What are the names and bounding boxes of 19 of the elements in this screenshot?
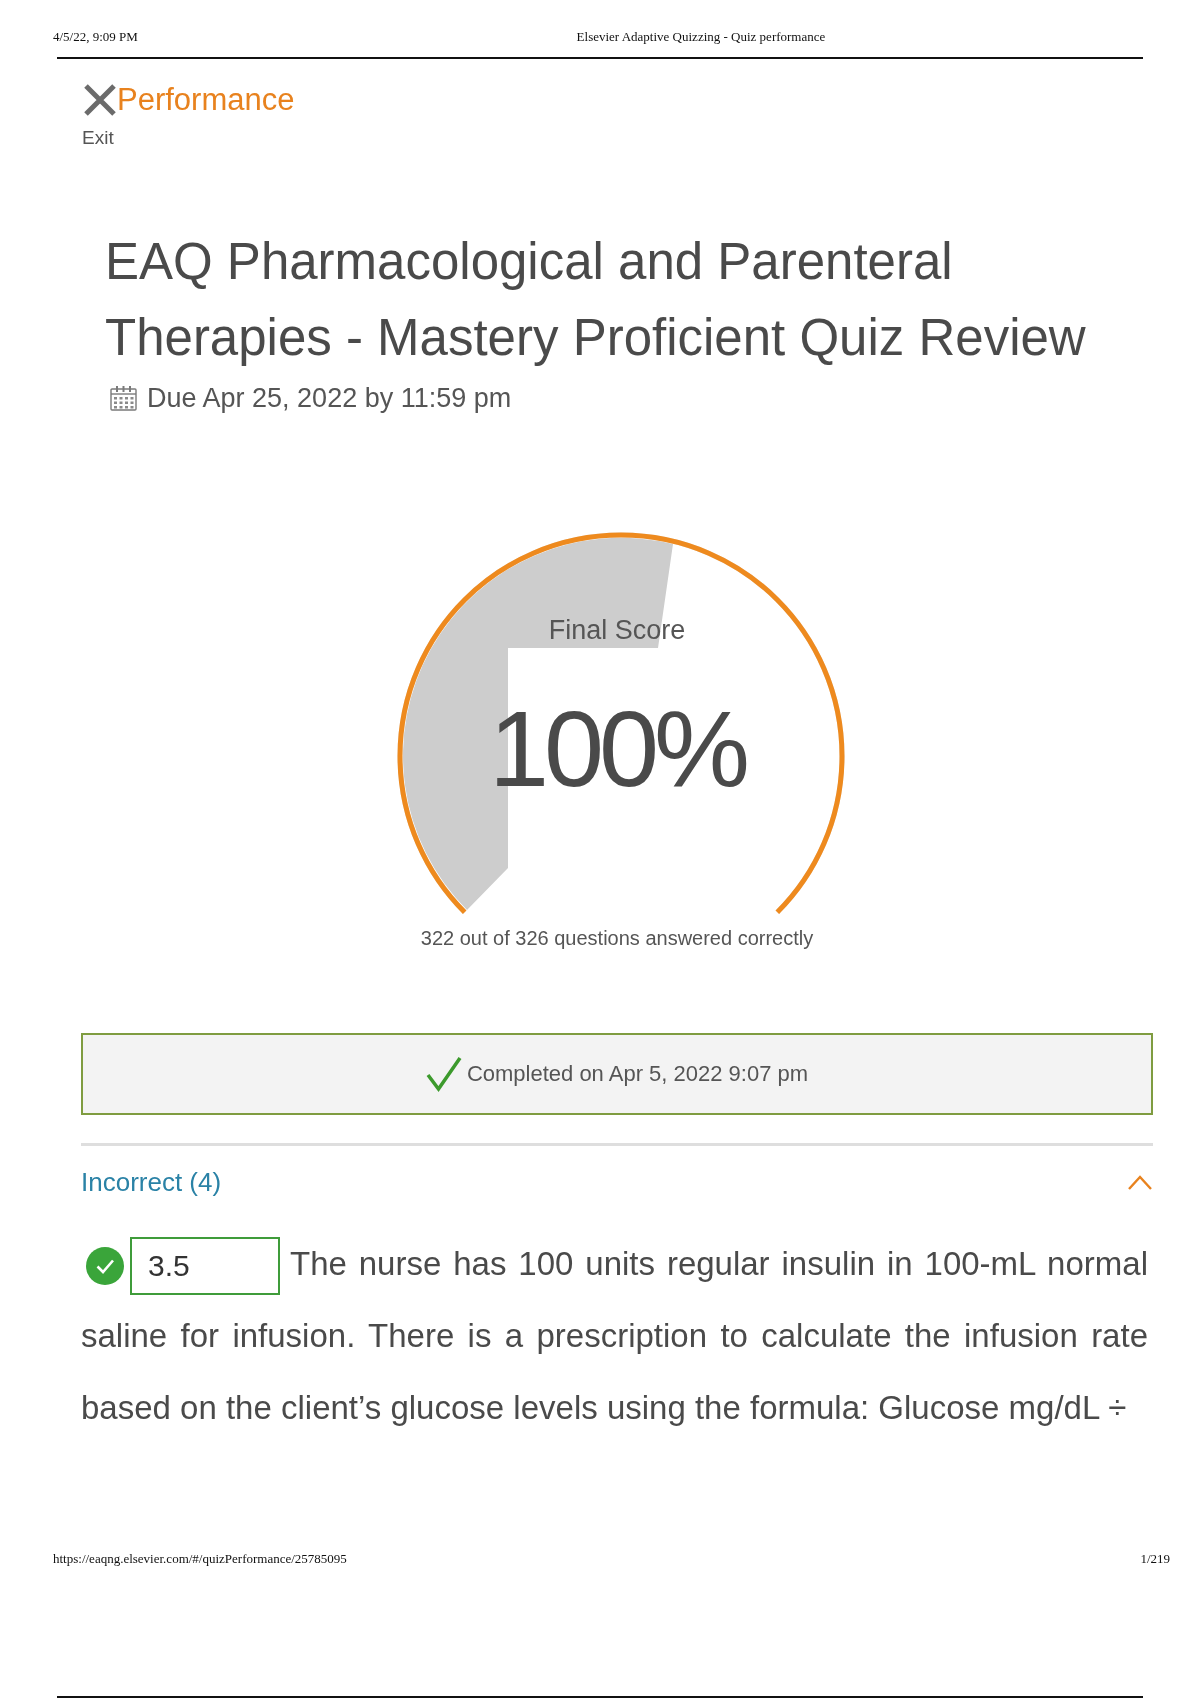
- print-date: 4/5/22, 9:09 PM: [53, 28, 138, 46]
- check-icon: [425, 1056, 462, 1092]
- completion-text: Completed on Apr 5, 2022 9:07 pm: [466, 1060, 809, 1088]
- due-date: Due Apr 25, 2022 by 11:59 pm: [147, 382, 512, 415]
- calendar-icon: [110, 385, 137, 411]
- print-url: https://eaqng.elsevier.com/#/quizPerformance/25785095: [53, 1550, 347, 1568]
- answer-field[interactable]: 3.5: [130, 1237, 280, 1296]
- quiz-title: EAQ Pharmacological and Parenteral Therapies - Mastery Proficient Quiz Review: [105, 232, 1087, 368]
- incorrect-toggle[interactable]: Incorrect (4): [81, 1166, 222, 1198]
- close-icon: [82, 82, 118, 118]
- page-heading: Performance: [117, 82, 295, 118]
- page-number: 1/219: [1140, 1550, 1170, 1568]
- print-page-title: Elsevier Adaptive Quizzing - Quiz performance: [576, 29, 826, 44]
- chevron-up-icon[interactable]: [1127, 1173, 1153, 1191]
- exit-button[interactable]: Exit: [82, 82, 118, 149]
- question-text: 3.5 The nurse has 100 units regular insulin in 100-mL normal saline for infusion. There is a prescription to calculate the infusion rate based on the client’s glucose levels using the formula: Glucose mg/dL ÷: [81, 1228, 1148, 1444]
- score-value: 100%: [488, 695, 746, 803]
- score-summary: 322 out of 326 questions answered correctly: [420, 927, 814, 949]
- gauge-label: Final Score: [548, 614, 686, 646]
